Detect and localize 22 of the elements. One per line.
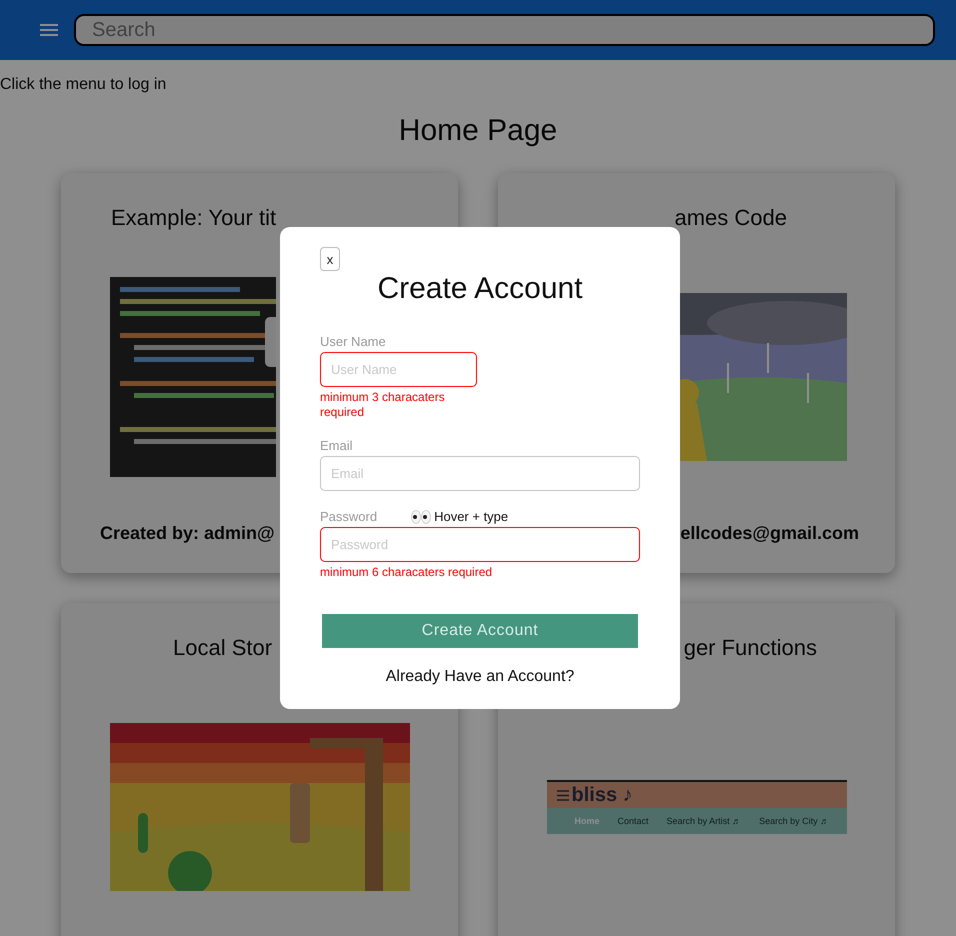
- login-notice: Click the menu to log in: [0, 76, 168, 94]
- search-field[interactable]: Search: [74, 14, 935, 46]
- error-message: minimum 3 characaters required: [320, 390, 446, 420]
- card-author: ellcodes@gmail.com: [680, 522, 859, 544]
- error-message: minimum 6 characaters required: [320, 565, 494, 580]
- dialog-title: Create Account: [376, 271, 584, 307]
- close-button[interactable]: x: [320, 247, 340, 271]
- card-title: ger Functions: [684, 634, 817, 662]
- field-label: User Name: [320, 334, 386, 349]
- eyes-icon: [411, 510, 432, 524]
- card-author: Created by: admin@: [100, 522, 275, 544]
- card-title: Example: Your tit: [111, 204, 276, 232]
- card-title: ames Code: [674, 204, 787, 232]
- card-title: Local Stor: [173, 634, 272, 662]
- page-title: Home Page: [398, 114, 558, 148]
- menu-icon[interactable]: [38, 21, 60, 39]
- login-link[interactable]: Already Have an Account?: [386, 668, 574, 686]
- field-label: Password: [320, 509, 378, 524]
- site-logo: bliss ♪: [572, 785, 633, 805]
- hint-text: Hover + type: [434, 509, 508, 524]
- field-label: Email: [320, 438, 353, 453]
- menu-icon: [556, 790, 568, 800]
